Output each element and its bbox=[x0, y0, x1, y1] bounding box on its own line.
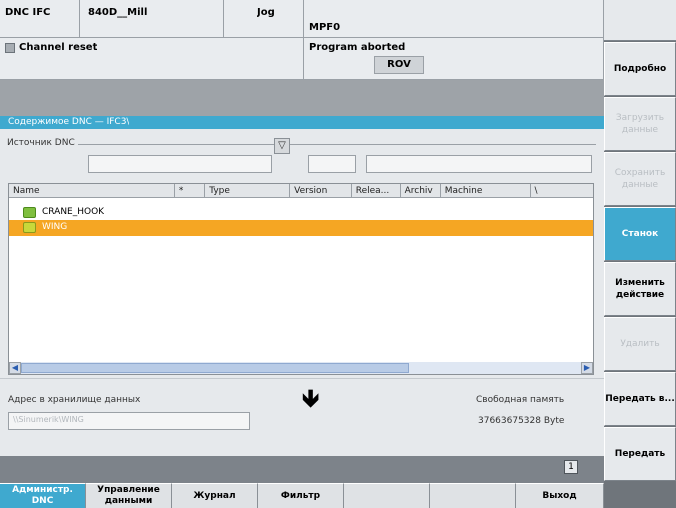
source-field[interactable] bbox=[88, 155, 272, 173]
filter-field-2[interactable] bbox=[366, 155, 592, 173]
softkey-change-action[interactable]: Изменить действие bbox=[604, 262, 676, 316]
softkey-transfer-to[interactable]: Передать в... bbox=[604, 372, 676, 426]
free-memory-value: 37663675328 Byte bbox=[478, 416, 565, 426]
status-band bbox=[0, 80, 604, 116]
channel-status: Channel reset bbox=[19, 42, 98, 53]
filter-icon[interactable]: ▽ bbox=[274, 138, 290, 154]
file-icon bbox=[23, 207, 36, 218]
channel-name: DNC IFC bbox=[5, 7, 51, 18]
softkey-machine[interactable]: Станок bbox=[604, 207, 676, 261]
hsoftkey-empty-2[interactable] bbox=[430, 483, 516, 508]
softkey-top-blank bbox=[604, 0, 676, 41]
machine-name: 840D__Mill bbox=[88, 7, 148, 18]
softkey-label: Станок bbox=[621, 229, 659, 239]
hsoftkey-label: Администр. DNC bbox=[12, 485, 73, 506]
table-row-selected[interactable]: WING bbox=[9, 220, 593, 236]
col-archive[interactable]: Archiv bbox=[401, 184, 441, 197]
address-field: \\Sinumerik\WING bbox=[8, 412, 250, 430]
hsoftkey-label: Фильтр bbox=[280, 490, 321, 501]
hsoftkey-filter[interactable]: Фильтр bbox=[258, 483, 344, 508]
hsoftkey-label: Управление данными bbox=[97, 485, 160, 506]
filter-field-1[interactable] bbox=[308, 155, 356, 173]
softkey-save-data[interactable]: Сохранить данные bbox=[604, 152, 676, 206]
softkey-label: Загрузить данные bbox=[615, 113, 665, 135]
table-header: Name * Type Version Relea... Archiv Mach… bbox=[9, 184, 593, 198]
col-type[interactable]: Type bbox=[205, 184, 291, 197]
hsoftkey-label: Выход bbox=[542, 490, 577, 501]
down-arrow-icon: 🡻 bbox=[302, 384, 320, 412]
free-memory-label: Свободная память bbox=[476, 395, 565, 405]
machine-cell: 840D__Mill bbox=[80, 0, 224, 38]
address-label: Адрес в хранилище данных bbox=[8, 395, 141, 405]
softkey-label: Подробно bbox=[613, 64, 667, 74]
softkey-load-data[interactable]: Загрузить данные bbox=[604, 97, 676, 151]
horizontal-scrollbar[interactable]: ◀ ▶ bbox=[9, 362, 593, 374]
source-label: Источник DNC bbox=[4, 138, 78, 148]
hsoftkey-dnc-admin[interactable]: Администр. DNC bbox=[0, 483, 86, 508]
softkey-transfer[interactable]: Передать bbox=[604, 427, 676, 481]
hsoftkey-log[interactable]: Журнал bbox=[172, 483, 258, 508]
softkey-delete[interactable]: Удалить bbox=[604, 317, 676, 371]
hsoftkey-data-management[interactable]: Управление данными bbox=[86, 483, 172, 508]
row-name: CRANE_HOOK bbox=[42, 207, 105, 217]
channel-cell: DNC IFC bbox=[0, 0, 80, 38]
panel-title: Содержимое DNC — IFC3\ bbox=[8, 117, 130, 127]
softkey-label: Передать в... bbox=[605, 394, 675, 404]
bottom-band bbox=[0, 456, 604, 483]
mode-cell: Jog bbox=[224, 0, 304, 38]
page-indicator: 1 bbox=[564, 460, 578, 474]
page-number: 1 bbox=[568, 462, 574, 472]
col-machine[interactable]: Machine bbox=[441, 184, 531, 197]
channel-status-cell: Channel reset bbox=[0, 38, 304, 80]
program-status: Program aborted bbox=[309, 42, 406, 53]
scroll-left-button[interactable]: ◀ bbox=[9, 362, 21, 374]
program-cell: MPF0 bbox=[304, 0, 604, 38]
hsoftkey-exit[interactable]: Выход bbox=[516, 483, 604, 508]
hsoftkey-empty-1[interactable] bbox=[344, 483, 430, 508]
softkey-label: Сохранить данные bbox=[614, 168, 666, 190]
hsoftkey-label: Журнал bbox=[193, 490, 236, 501]
softkey-label: Изменить действие bbox=[615, 278, 665, 300]
softkey-label: Удалить bbox=[620, 339, 660, 349]
softkey-details[interactable]: Подробно bbox=[604, 42, 676, 96]
scroll-thumb[interactable] bbox=[21, 363, 409, 373]
address-value: \\Sinumerik\WING bbox=[13, 415, 84, 424]
reset-icon bbox=[5, 43, 15, 53]
panel-title-bar: Содержимое DNC — IFC3\ bbox=[0, 116, 604, 129]
program-name: MPF0 bbox=[309, 22, 341, 33]
col-star[interactable]: * bbox=[175, 184, 206, 197]
scroll-right-button[interactable]: ▶ bbox=[581, 362, 593, 374]
col-name[interactable]: Name bbox=[9, 184, 175, 197]
rov-indicator: ROV bbox=[374, 56, 424, 74]
program-status-cell: Program aborted ROV bbox=[304, 38, 604, 80]
file-icon bbox=[23, 222, 36, 233]
row-name: WING bbox=[42, 222, 68, 232]
softkey-label: Передать bbox=[614, 449, 666, 459]
col-version[interactable]: Version bbox=[290, 184, 352, 197]
table-row[interactable]: CRANE_HOOK bbox=[9, 205, 593, 221]
col-release[interactable]: Relea... bbox=[352, 184, 401, 197]
mode-label: Jog bbox=[257, 7, 275, 18]
rov-label: ROV bbox=[387, 59, 411, 70]
col-extra[interactable]: \ bbox=[531, 184, 594, 197]
